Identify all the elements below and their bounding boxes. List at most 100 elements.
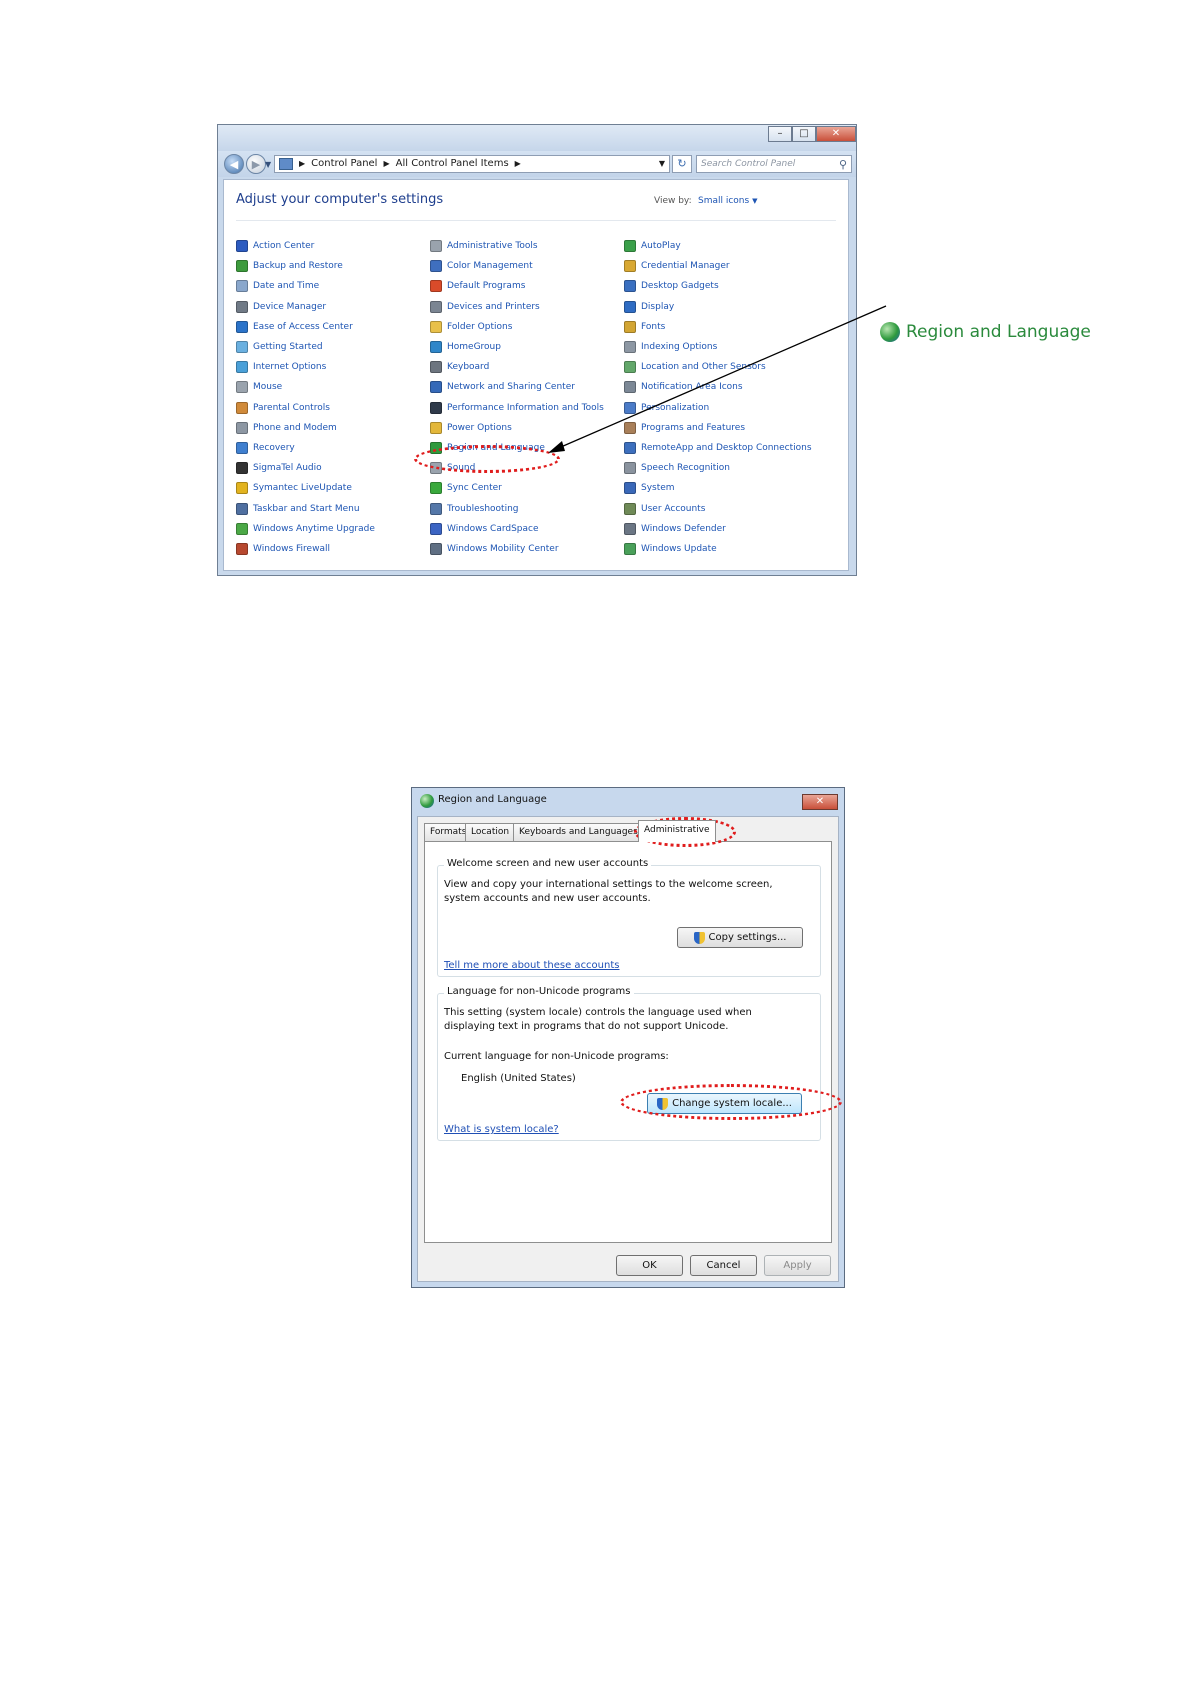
- control-panel-item-icon: [236, 502, 248, 515]
- maximize-icon[interactable]: □: [792, 126, 816, 142]
- control-panel-item-label: Parental Controls: [253, 402, 330, 413]
- minimize-icon[interactable]: –: [768, 126, 792, 142]
- welcome-screen-group: Welcome screen and new user accounts Vie…: [437, 858, 821, 977]
- control-panel-item[interactable]: System: [624, 479, 675, 497]
- control-panel-item[interactable]: Recovery: [236, 439, 295, 457]
- window-controls: – □ ✕: [768, 126, 856, 142]
- control-panel-item-label: Power Options: [447, 422, 512, 433]
- current-language-value: English (United States): [461, 1073, 576, 1084]
- breadcrumb-all-items[interactable]: All Control Panel Items: [396, 156, 509, 172]
- tab-administrative[interactable]: Administrative: [638, 820, 716, 842]
- control-panel-item[interactable]: Windows Firewall: [236, 540, 330, 558]
- control-panel-item-icon: [430, 361, 442, 374]
- control-panel-item[interactable]: Folder Options: [430, 318, 512, 336]
- control-panel-item[interactable]: Date and Time: [236, 277, 319, 295]
- copy-settings-label: Copy settings...: [708, 932, 787, 943]
- control-panel-item[interactable]: User Accounts: [624, 500, 705, 518]
- control-panel-item[interactable]: Windows Defender: [624, 520, 726, 538]
- control-panel-item-label: Administrative Tools: [447, 241, 538, 251]
- breadcrumb-control-panel[interactable]: Control Panel: [311, 156, 377, 172]
- address-toolbar: ◀ ▶ ▼ ▶ Control Panel ▶ All Control Pane…: [218, 151, 856, 177]
- control-panel-item[interactable]: Default Programs: [430, 277, 525, 295]
- page-title: Adjust your computer's settings: [236, 192, 444, 207]
- ok-button[interactable]: OK: [616, 1255, 683, 1276]
- control-panel-item-icon: [236, 482, 248, 495]
- control-panel-item[interactable]: Device Manager: [236, 298, 326, 316]
- control-panel-item-label: User Accounts: [641, 503, 706, 514]
- control-panel-item-label: SigmaTel Audio: [253, 463, 322, 474]
- control-panel-item[interactable]: Power Options: [430, 419, 512, 437]
- control-panel-item[interactable]: Taskbar and Start Menu: [236, 500, 360, 518]
- search-input[interactable]: Search Control Panel ⚲: [696, 155, 852, 173]
- control-panel-item[interactable]: Windows CardSpace: [430, 520, 539, 538]
- control-panel-item[interactable]: Administrative Tools: [430, 237, 538, 255]
- control-panel-item[interactable]: Windows Anytime Upgrade: [236, 520, 375, 538]
- control-panel-item[interactable]: Getting Started: [236, 338, 323, 356]
- control-panel-item[interactable]: AutoPlay: [624, 237, 681, 255]
- control-panel-item[interactable]: HomeGroup: [430, 338, 501, 356]
- view-by-dropdown[interactable]: Small icons ▼: [698, 196, 757, 206]
- control-panel-item[interactable]: Symantec LiveUpdate: [236, 479, 352, 497]
- control-panel-item[interactable]: Mouse: [236, 378, 282, 396]
- breadcrumb-separator-icon: ▶: [383, 159, 390, 168]
- control-panel-item-icon: [236, 260, 248, 273]
- control-panel-icon: [279, 158, 293, 170]
- address-bar[interactable]: ▶ Control Panel ▶ All Control Panel Item…: [274, 155, 670, 173]
- tab-keyboards-and-languages[interactable]: Keyboards and Languages: [513, 823, 644, 841]
- control-panel-item[interactable]: Color Management: [430, 257, 533, 275]
- forward-icon[interactable]: ▶: [246, 154, 266, 174]
- search-icon[interactable]: ⚲: [839, 157, 847, 173]
- control-panel-item-label: Keyboard: [447, 362, 490, 373]
- control-panel-item-icon: [430, 401, 442, 414]
- control-panel-item[interactable]: Keyboard: [430, 358, 489, 376]
- apply-button[interactable]: Apply: [764, 1255, 831, 1276]
- control-panel-item[interactable]: Parental Controls: [236, 399, 330, 417]
- close-icon[interactable]: ✕: [816, 126, 856, 142]
- control-panel-item-icon: [624, 502, 636, 515]
- administrative-panel: Welcome screen and new user accounts Vie…: [424, 841, 832, 1243]
- control-panel-item-icon: [236, 280, 248, 293]
- control-panel-item[interactable]: Sync Center: [430, 479, 502, 497]
- copy-settings-button[interactable]: Copy settings...: [677, 927, 803, 948]
- control-panel-item[interactable]: Action Center: [236, 237, 314, 255]
- control-panel-item-icon: [624, 543, 636, 555]
- current-language-label: Current language for non-Unicode program…: [444, 1051, 669, 1062]
- control-panel-item-label: Getting Started: [253, 342, 323, 352]
- control-panel-item[interactable]: Ease of Access Center: [236, 318, 353, 336]
- control-panel-item-icon: [624, 482, 636, 495]
- globe-icon: [420, 794, 434, 808]
- dialog-title: Region and Language: [438, 794, 547, 805]
- control-panel-item[interactable]: Internet Options: [236, 358, 326, 376]
- accounts-help-link[interactable]: Tell me more about these accounts: [444, 960, 619, 971]
- control-panel-item-icon: [430, 502, 442, 515]
- highlight-region-and-language: [414, 445, 560, 473]
- control-panel-item[interactable]: Windows Mobility Center: [430, 540, 559, 558]
- control-panel-item-label: Symantec LiveUpdate: [253, 483, 352, 494]
- refresh-icon[interactable]: ↻: [672, 155, 692, 173]
- view-by-value: Small icons: [698, 196, 750, 206]
- control-panel-item[interactable]: SigmaTel Audio: [236, 459, 322, 477]
- control-panel-item[interactable]: Credential Manager: [624, 257, 730, 275]
- control-panel-item[interactable]: Backup and Restore: [236, 257, 343, 275]
- globe-icon: [880, 322, 900, 342]
- tab-location[interactable]: Location: [465, 823, 516, 841]
- control-panel-item[interactable]: Devices and Printers: [430, 298, 540, 316]
- system-locale-help-link[interactable]: What is system locale?: [444, 1124, 559, 1135]
- group-title: Language for non-Unicode programs: [444, 986, 634, 997]
- control-panel-item-icon: [236, 240, 248, 252]
- back-icon[interactable]: ◀: [224, 154, 244, 174]
- control-panel-item[interactable]: Speech Recognition: [624, 459, 730, 477]
- title-bar[interactable]: – □ ✕: [218, 125, 856, 151]
- search-placeholder: Search Control Panel: [701, 159, 796, 169]
- control-panel-item[interactable]: Phone and Modem: [236, 419, 337, 437]
- control-panel-item[interactable]: Troubleshooting: [430, 500, 519, 518]
- control-panel-item-icon: [430, 543, 442, 555]
- close-icon[interactable]: ✕: [802, 794, 838, 810]
- control-panel-item-label: Windows Update: [641, 544, 717, 554]
- control-panel-item-label: Credential Manager: [641, 261, 730, 272]
- control-panel-item[interactable]: Desktop Gadgets: [624, 277, 719, 295]
- control-panel-item[interactable]: Windows Update: [624, 540, 717, 558]
- recent-pages-dropdown-icon[interactable]: ▼: [265, 160, 271, 169]
- cancel-button[interactable]: Cancel: [690, 1255, 757, 1276]
- address-dropdown-icon[interactable]: ▼: [659, 156, 665, 172]
